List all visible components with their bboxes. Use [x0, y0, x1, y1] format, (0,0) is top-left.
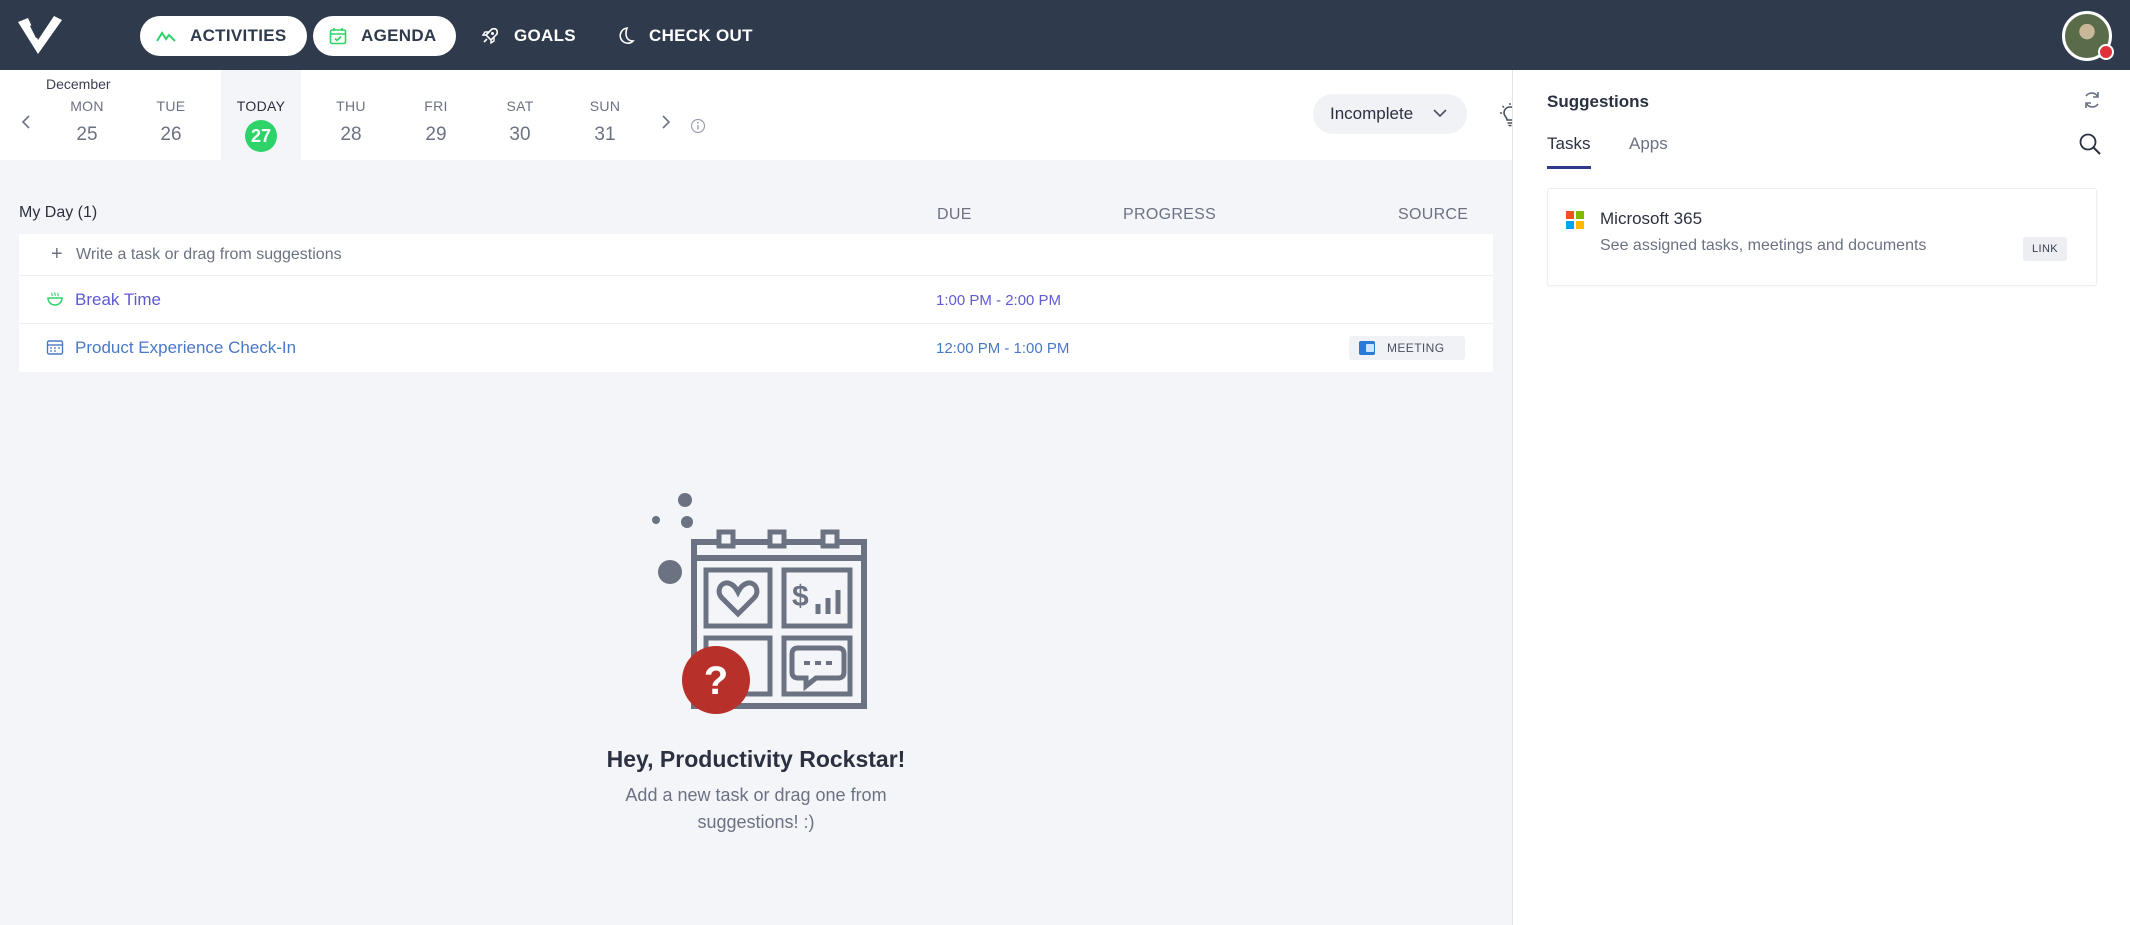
suggestion-description: See assigned tasks, meetings and documen…	[1600, 237, 1927, 254]
day-sun[interactable]: SUN 31	[565, 70, 645, 160]
day-thu[interactable]: THU 28	[311, 70, 391, 160]
calendar-check-icon	[329, 28, 347, 45]
rocket-icon	[481, 27, 499, 45]
source-badge-label: MEETING	[1387, 341, 1445, 355]
day-mon[interactable]: MON 25	[47, 70, 127, 160]
suggestion-name: Microsoft 365	[1600, 209, 1703, 228]
status-dot	[2098, 44, 2114, 60]
my-day-title: My Day (1)	[19, 204, 98, 221]
activity-wave-icon	[156, 31, 176, 42]
chevron-down-icon	[1433, 109, 1447, 118]
svg-text:?: ?	[704, 659, 728, 703]
table-row[interactable]: Break Time 1:00 PM - 2:00 PM	[19, 276, 1493, 324]
task-due: 1:00 PM - 2:00 PM	[936, 292, 1062, 309]
tab-apps[interactable]: Apps	[1629, 134, 1668, 154]
nav-agenda-label: AGENDA	[361, 26, 437, 45]
empty-state-title: Hey, Productivity Rockstar!	[606, 746, 906, 772]
day-sat[interactable]: SAT 30	[480, 70, 560, 160]
status-filter-value: Incomplete	[1330, 104, 1414, 123]
empty-state-calendar-illustration-icon: $ ?	[640, 488, 880, 723]
nav-goals-button[interactable]: GOALS	[464, 16, 596, 56]
nav-checkout-button[interactable]: CHECK OUT	[601, 16, 773, 56]
task-due: 12:00 PM - 1:00 PM	[936, 340, 1070, 357]
microsoft-logo-icon	[1566, 211, 1584, 229]
outlook-icon	[1359, 341, 1375, 355]
active-tab-indicator	[1547, 166, 1591, 169]
source-badge: MEETING	[1349, 336, 1465, 360]
moon-icon	[619, 26, 635, 44]
suggestion-card-microsoft-365[interactable]: Microsoft 365 See assigned tasks, meetin…	[1547, 188, 2097, 286]
suggestions-title: Suggestions	[1547, 92, 1650, 111]
column-due[interactable]: DUE	[937, 206, 972, 224]
prev-week-chevron-left-icon[interactable]	[16, 112, 36, 132]
task-list: + Write a task or drag from suggestions …	[19, 234, 1493, 372]
table-row[interactable]: Product Experience Check-In 12:00 PM - 1…	[19, 324, 1493, 372]
column-progress[interactable]: PROGRESS	[1123, 206, 1216, 224]
nav-activities-label: ACTIVITIES	[190, 26, 287, 45]
day-today[interactable]: TODAY 27	[221, 70, 301, 160]
day-tue[interactable]: TUE 26	[131, 70, 211, 160]
app-logo-icon[interactable]	[16, 12, 64, 58]
add-task-input[interactable]: Write a task or drag from suggestions	[76, 246, 342, 264]
plus-icon: +	[51, 243, 63, 265]
nav-checkout-label: CHECK OUT	[649, 26, 753, 45]
tab-tasks[interactable]: Tasks	[1547, 134, 1590, 154]
column-source[interactable]: SOURCE	[1398, 206, 1468, 224]
status-filter-dropdown[interactable]: Incomplete	[1313, 94, 1467, 134]
svg-text:$: $	[792, 580, 809, 613]
calendar-icon	[46, 339, 64, 360]
next-week-chevron-right-icon[interactable]	[656, 112, 676, 132]
link-button[interactable]: LINK	[2023, 237, 2067, 261]
empty-state-subtitle: Add a new task or drag one from suggesti…	[625, 785, 887, 832]
task-name[interactable]: Product Experience Check-In	[75, 338, 296, 358]
nav-activities-button[interactable]: ACTIVITIES	[140, 16, 307, 56]
add-task-row[interactable]: + Write a task or drag from suggestions	[19, 234, 1493, 276]
task-name[interactable]: Break Time	[75, 290, 161, 310]
suggestions-panel: Suggestions Tasks Apps Microsoft 365 See…	[1512, 70, 2130, 925]
nav-goals-label: GOALS	[514, 26, 576, 45]
top-nav-bar: ACTIVITIES AGENDA GOALS CHECK OUT	[0, 0, 2130, 70]
day-fri[interactable]: FRI 29	[396, 70, 476, 160]
info-icon[interactable]	[690, 118, 706, 139]
food-bowl-icon	[46, 291, 64, 312]
refresh-icon[interactable]	[2082, 90, 2102, 115]
search-icon[interactable]	[2078, 132, 2102, 161]
calendar-strip: December MON 25 TUE 26 TODAY 27 THU 28 F…	[0, 70, 1512, 160]
nav-agenda-button[interactable]: AGENDA	[313, 16, 457, 56]
